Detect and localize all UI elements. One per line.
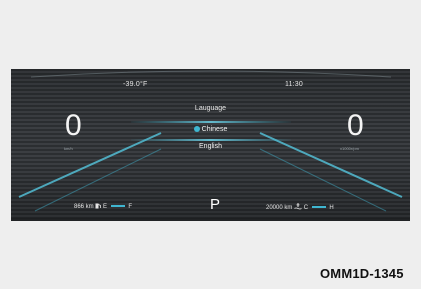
selected-radio-icon bbox=[193, 126, 200, 132]
language-option-english[interactable]: English bbox=[11, 143, 410, 150]
language-menu-title: Lauguage bbox=[194, 105, 227, 112]
instrument-cluster-display: -39.0°F 11:30 0 km/h 0 x1000r/pm Lauguag… bbox=[11, 69, 410, 221]
coolant-gauge: 20000 km C H bbox=[266, 203, 334, 212]
fuel-level-bar bbox=[110, 205, 125, 207]
gear-indicator: P bbox=[210, 196, 221, 213]
figure-code: OMM1D-1345 bbox=[320, 266, 404, 281]
language-option-label: English bbox=[199, 143, 222, 150]
outside-temperature: -39.0°F bbox=[123, 81, 148, 88]
fuel-pump-icon bbox=[95, 203, 102, 211]
odometer: 20000 km bbox=[266, 205, 293, 211]
coolant-temperature-icon bbox=[294, 203, 302, 212]
figure-frame: -39.0°F 11:30 0 km/h 0 x1000r/pm Lauguag… bbox=[0, 0, 421, 289]
fuel-range: 866 km bbox=[74, 204, 94, 210]
coolant-high-mark: H bbox=[329, 205, 334, 211]
clock-time: 11:30 bbox=[285, 81, 303, 88]
coolant-level-bar bbox=[311, 206, 326, 208]
language-option-label: Chinese bbox=[201, 126, 228, 133]
language-option-chinese[interactable]: Chinese bbox=[11, 126, 410, 133]
fuel-high-mark: F bbox=[128, 204, 133, 210]
fuel-low-mark: E bbox=[103, 204, 108, 210]
fuel-gauge: 866 km E F bbox=[74, 203, 132, 211]
coolant-low-mark: C bbox=[303, 205, 309, 211]
